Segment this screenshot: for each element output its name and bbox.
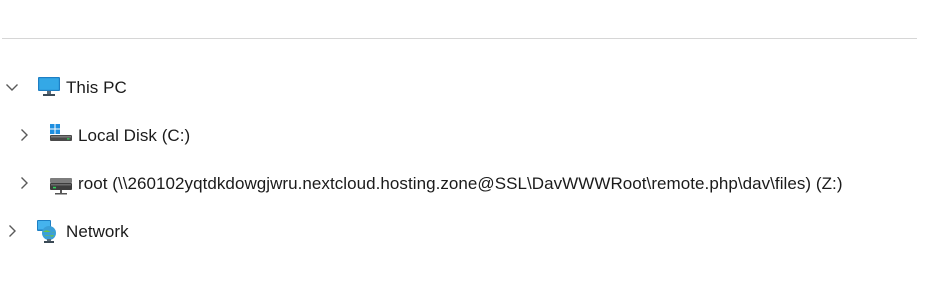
tree-item-label: root (\\260102yqtdkdowgjwru.nextcloud.ho… — [78, 174, 843, 193]
navigation-pane: This PC Local Disk (C:) root (\\260102yq… — [0, 0, 929, 304]
network-drive-icon — [49, 172, 73, 196]
chevron-right-icon[interactable] — [4, 223, 20, 239]
divider — [2, 38, 917, 39]
tree-item-network-drive-z[interactable]: root (\\260102yqtdkdowgjwru.nextcloud.ho… — [0, 163, 929, 203]
tree-item-local-disk[interactable]: Local Disk (C:) — [0, 115, 929, 155]
tree-item-label: This PC — [66, 78, 127, 97]
tree-item-network[interactable]: Network — [0, 211, 929, 251]
chevron-right-icon[interactable] — [16, 127, 32, 143]
windows-drive-icon — [49, 121, 73, 145]
tree-item-this-pc[interactable]: This PC — [0, 67, 929, 107]
chevron-down-icon[interactable] — [4, 79, 20, 95]
tree-item-label: Local Disk (C:) — [78, 126, 191, 145]
tree-item-label: Network — [66, 222, 129, 241]
monitor-icon — [37, 75, 61, 99]
chevron-right-icon[interactable] — [16, 175, 32, 191]
network-icon — [36, 219, 60, 243]
